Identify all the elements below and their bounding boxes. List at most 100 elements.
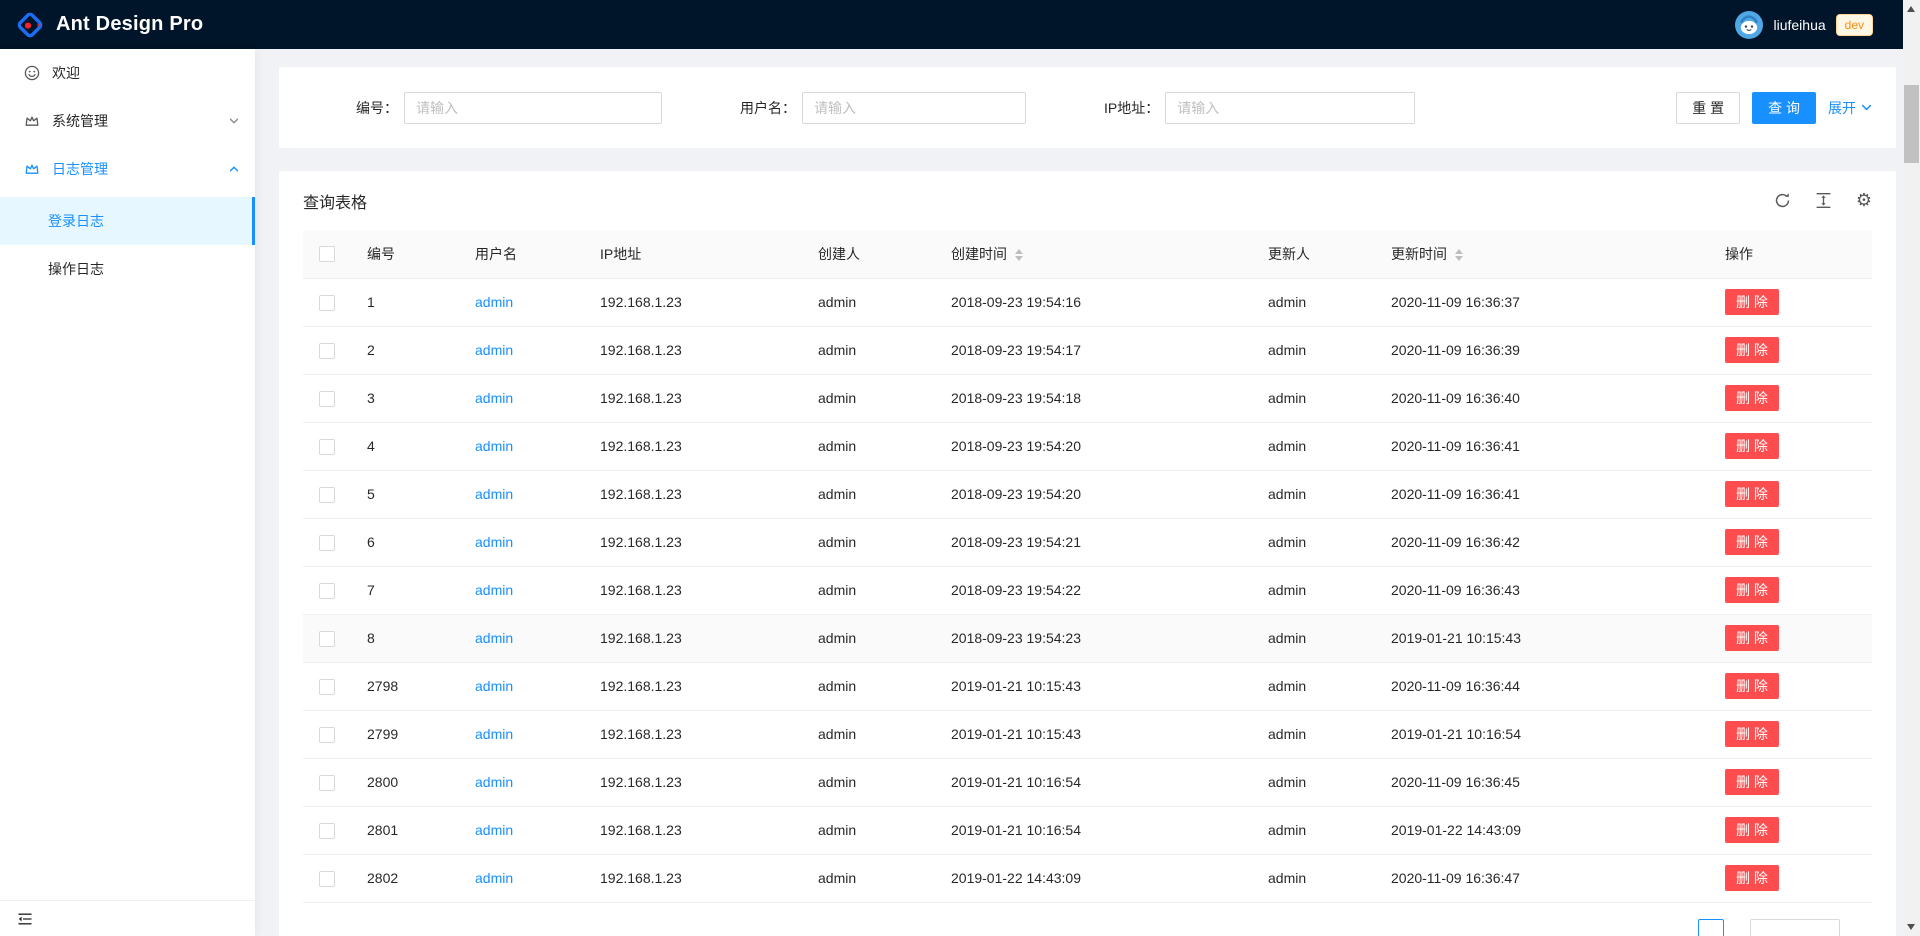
column-header-updater: 更新人	[1252, 230, 1375, 278]
user-area[interactable]: liufeihua dev	[1735, 11, 1873, 39]
delete-button[interactable]: 删 除	[1725, 577, 1779, 603]
row-checkbox[interactable]	[319, 775, 335, 791]
row-checkbox[interactable]	[319, 727, 335, 743]
row-checkbox[interactable]	[319, 343, 335, 359]
delete-button[interactable]: 删 除	[1725, 817, 1779, 843]
row-checkbox[interactable]	[319, 583, 335, 599]
delete-button[interactable]: 删 除	[1725, 337, 1779, 363]
form-actions: 重 置 查 询 展开	[1676, 92, 1872, 124]
delete-button[interactable]: 删 除	[1725, 721, 1779, 747]
cell-updater: admin	[1252, 662, 1375, 710]
delete-button[interactable]: 删 除	[1725, 625, 1779, 651]
sort-carets-icon[interactable]	[1455, 249, 1463, 261]
cell-actions: 删 除	[1709, 518, 1872, 566]
query-button[interactable]: 查 询	[1752, 92, 1816, 124]
row-checkbox[interactable]	[319, 439, 335, 455]
page-size-select[interactable]	[1750, 919, 1840, 936]
scrollbar-up-arrow-icon[interactable]	[1907, 6, 1915, 12]
delete-button[interactable]: 删 除	[1725, 481, 1779, 507]
row-checkbox[interactable]	[319, 295, 335, 311]
username-link[interactable]: admin	[475, 294, 513, 310]
reset-button[interactable]: 重 置	[1676, 92, 1740, 124]
username-link[interactable]: admin	[475, 438, 513, 454]
column-header-username: 用户名	[459, 230, 584, 278]
delete-button[interactable]: 删 除	[1725, 673, 1779, 699]
username-input[interactable]	[802, 92, 1026, 124]
delete-button[interactable]: 删 除	[1725, 865, 1779, 891]
delete-button[interactable]: 删 除	[1725, 385, 1779, 411]
menu-fold-icon	[17, 911, 33, 927]
username-link[interactable]: admin	[475, 822, 513, 838]
cell-creator: admin	[802, 374, 935, 422]
row-checkbox[interactable]	[319, 535, 335, 551]
sidebar-item-system-management[interactable]: 系统管理	[0, 101, 255, 141]
cell-id: 2801	[351, 806, 459, 854]
cell-created-at: 2018-09-23 19:54:18	[935, 374, 1252, 422]
scrollbar-thumb[interactable]	[1904, 85, 1919, 163]
column-header-created-at[interactable]: 创建时间	[935, 230, 1252, 278]
scrollbar-down-arrow-icon[interactable]	[1907, 924, 1915, 930]
app-title: Ant Design Pro	[56, 13, 203, 36]
delete-button[interactable]: 删 除	[1725, 433, 1779, 459]
ip-input[interactable]	[1165, 92, 1415, 124]
cell-updated-at: 2019-01-22 14:43:09	[1375, 806, 1709, 854]
username-link[interactable]: admin	[475, 390, 513, 406]
row-checkbox[interactable]	[319, 823, 335, 839]
cell-actions: 删 除	[1709, 662, 1872, 710]
row-checkbox[interactable]	[319, 631, 335, 647]
cell-username: admin	[459, 374, 584, 422]
settings-gear-icon[interactable]: ⚙	[1856, 193, 1872, 209]
row-checkbox[interactable]	[319, 391, 335, 407]
username-link[interactable]: admin	[475, 870, 513, 886]
delete-button[interactable]: 删 除	[1725, 289, 1779, 315]
cell-ip: 192.168.1.23	[584, 710, 802, 758]
sidebar-collapse-trigger[interactable]	[0, 900, 255, 936]
username-link[interactable]: admin	[475, 774, 513, 790]
column-header-updated-at[interactable]: 更新时间	[1375, 230, 1709, 278]
select-all-checkbox[interactable]	[319, 246, 335, 262]
table-row: 2801admin192.168.1.23admin2019-01-21 10:…	[303, 806, 1872, 854]
username-link[interactable]: admin	[475, 630, 513, 646]
sidebar-item-login-log[interactable]: 登录日志	[0, 197, 255, 245]
cell-created-at: 2019-01-21 10:16:54	[935, 806, 1252, 854]
sort-carets-icon[interactable]	[1015, 249, 1023, 261]
cell-ip: 192.168.1.23	[584, 470, 802, 518]
column-height-icon[interactable]	[1815, 192, 1832, 209]
table-row: 7admin192.168.1.23admin2018-09-23 19:54:…	[303, 566, 1872, 614]
username-link[interactable]: admin	[475, 678, 513, 694]
id-input[interactable]	[404, 92, 662, 124]
cell-created-at: 2018-09-23 19:54:20	[935, 422, 1252, 470]
cell-created-at: 2018-09-23 19:54:22	[935, 566, 1252, 614]
pagination-page-1[interactable]	[1698, 919, 1724, 936]
username-link[interactable]: admin	[475, 534, 513, 550]
username-link[interactable]: admin	[475, 726, 513, 742]
user-name: liufeihua	[1773, 17, 1825, 33]
cell-updater: admin	[1252, 758, 1375, 806]
expand-toggle[interactable]: 展开	[1828, 98, 1872, 118]
row-checkbox[interactable]	[319, 487, 335, 503]
cell-id: 5	[351, 470, 459, 518]
cell-updated-at: 2020-11-09 16:36:37	[1375, 278, 1709, 326]
window-scrollbar[interactable]	[1903, 0, 1920, 936]
username-link[interactable]: admin	[475, 342, 513, 358]
sidebar-item-log-management[interactable]: 日志管理	[0, 149, 255, 189]
sidebar-item-operation-log[interactable]: 操作日志	[0, 249, 255, 289]
cell-updater: admin	[1252, 278, 1375, 326]
reload-icon[interactable]	[1774, 192, 1791, 209]
delete-button[interactable]: 删 除	[1725, 769, 1779, 795]
logo-area[interactable]: Ant Design Pro	[16, 11, 203, 39]
cell-creator: admin	[802, 710, 935, 758]
cell-username: admin	[459, 566, 584, 614]
username-link[interactable]: admin	[475, 486, 513, 502]
cell-creator: admin	[802, 854, 935, 902]
row-checkbox[interactable]	[319, 871, 335, 887]
table-row: 5admin192.168.1.23admin2018-09-23 19:54:…	[303, 470, 1872, 518]
cell-username: admin	[459, 854, 584, 902]
sidebar-item-welcome[interactable]: 欢迎	[0, 53, 255, 93]
cell-created-at: 2019-01-21 10:15:43	[935, 710, 1252, 758]
username-link[interactable]: admin	[475, 582, 513, 598]
delete-button[interactable]: 删 除	[1725, 529, 1779, 555]
row-checkbox[interactable]	[319, 679, 335, 695]
sidebar-item-label: 系统管理	[52, 111, 108, 131]
expand-label: 展开	[1828, 98, 1856, 118]
